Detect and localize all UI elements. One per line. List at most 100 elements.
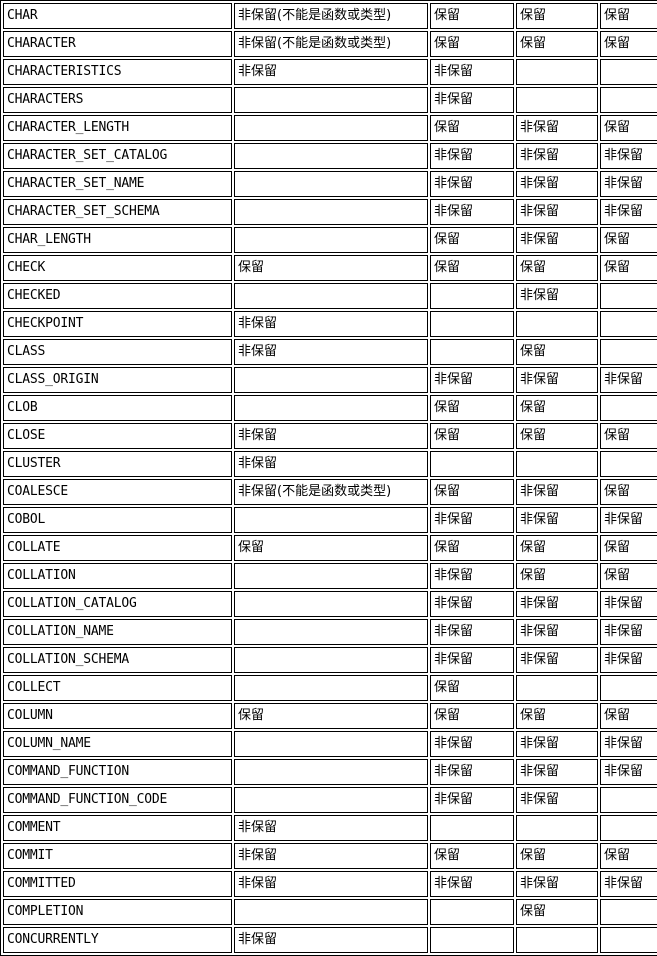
keyword-cell-text: CHECK — [7, 259, 46, 275]
table-row: CLASS_ORIGIN 非保留 非保留 非保留 — [3, 367, 657, 393]
sql2003-status-cell: 非保留 — [430, 199, 514, 225]
keyword-cell: CHARACTERS — [3, 87, 232, 113]
sql2003-status-cell: 保留 — [430, 535, 514, 561]
sql92-status-cell — [600, 787, 657, 813]
sql92-status-cell: 保留 — [600, 563, 657, 589]
sql1999-status-cell: 非保留 — [516, 143, 598, 169]
table-row: CHARACTERS 非保留 — [3, 87, 657, 113]
keyword-cell: COMMAND_FUNCTION_CODE — [3, 787, 232, 813]
keyword-cell-text: COLUMN_NAME — [7, 735, 91, 751]
table-row: CHARACTER 非保留(不能是函数或类型) 保留 保留 保留 — [3, 31, 657, 57]
sql1999-status-cell-text: 保留 — [520, 707, 547, 723]
sql2003-status-cell-text: 保留 — [434, 539, 461, 555]
sql92-status-cell-text: 保留 — [604, 231, 631, 247]
table-row: CHECKED 非保留 — [3, 283, 657, 309]
keyword-cell: CHAR_LENGTH — [3, 227, 232, 253]
keyword-cell-text: COALESCE — [7, 483, 69, 499]
postgresql-status-cell — [234, 227, 428, 253]
sql2003-status-cell-text: 非保留 — [434, 175, 474, 191]
sql1999-status-cell: 保留 — [516, 255, 598, 281]
table-row: CLASS 非保留 保留 — [3, 339, 657, 365]
sql2003-status-cell-text: 保留 — [434, 259, 461, 275]
sql1999-status-cell-text: 非保留 — [520, 623, 560, 639]
sql92-status-cell: 保留 — [600, 535, 657, 561]
sql92-status-cell-text: 保留 — [604, 119, 631, 135]
table-row: CHARACTER_LENGTH 保留 非保留 保留 — [3, 115, 657, 141]
sql1999-status-cell-text: 保留 — [520, 7, 547, 23]
sql1999-status-cell-text: 非保留 — [520, 147, 560, 163]
postgresql-status-cell — [234, 143, 428, 169]
keyword-cell-text: CHARACTER_LENGTH — [7, 119, 130, 135]
sql2003-status-cell: 非保留 — [430, 647, 514, 673]
keyword-cell-text: COLUMN — [7, 707, 53, 723]
sql1999-status-cell: 非保留 — [516, 367, 598, 393]
sql1999-status-cell-text: 非保留 — [520, 371, 560, 387]
sql92-status-cell: 非保留 — [600, 871, 657, 897]
sql2003-status-cell-text: 非保留 — [434, 623, 474, 639]
sql1999-status-cell: 非保留 — [516, 759, 598, 785]
table-row: COALESCE 非保留(不能是函数或类型) 保留 非保留 保留 — [3, 479, 657, 505]
sql92-status-cell — [600, 451, 657, 477]
sql92-status-cell: 保留 — [600, 3, 657, 29]
sql1999-status-cell: 非保留 — [516, 731, 598, 757]
keyword-cell-text: COLLATION_SCHEMA — [7, 651, 130, 667]
sql1999-status-cell: 保留 — [516, 339, 598, 365]
sql2003-status-cell-text: 保留 — [434, 35, 461, 51]
keyword-cell-text: COBOL — [7, 511, 46, 527]
postgresql-status-cell-text: 非保留 — [238, 931, 278, 947]
sql2003-status-cell-text: 非保留 — [434, 91, 474, 107]
sql92-status-cell: 非保留 — [600, 731, 657, 757]
table-row: COBOL 非保留 非保留 非保留 — [3, 507, 657, 533]
sql92-status-cell-text: 非保留 — [604, 595, 644, 611]
keyword-cell: COLLATION_SCHEMA — [3, 647, 232, 673]
postgresql-status-cell — [234, 759, 428, 785]
table-row: COLLATION_CATALOG 非保留 非保留 非保留 — [3, 591, 657, 617]
keyword-cell-text: COLLECT — [7, 679, 61, 695]
sql2003-status-cell-text: 非保留 — [434, 203, 474, 219]
keyword-cell-text: COMMITTED — [7, 875, 76, 891]
sql2003-status-cell: 非保留 — [430, 619, 514, 645]
table-row: CHECK 保留 保留 保留 保留 — [3, 255, 657, 281]
keyword-cell-text: CHARACTER_SET_SCHEMA — [7, 203, 160, 219]
postgresql-status-cell-text: 保留 — [238, 259, 265, 275]
keyword-cell-text: CHARACTER_SET_NAME — [7, 175, 145, 191]
sql1999-status-cell-text: 非保留 — [520, 875, 560, 891]
sql1999-status-cell: 保留 — [516, 3, 598, 29]
sql2003-status-cell-text: 非保留 — [434, 371, 474, 387]
postgresql-status-cell — [234, 283, 428, 309]
sql92-status-cell: 非保留 — [600, 591, 657, 617]
postgresql-status-cell: 保留 — [234, 255, 428, 281]
postgresql-status-cell: 非保留(不能是函数或类型) — [234, 3, 428, 29]
table-row: COLLATION_SCHEMA 非保留 非保留 非保留 — [3, 647, 657, 673]
sql92-status-cell-text: 非保留 — [604, 875, 644, 891]
postgresql-status-cell-text: 非保留(不能是函数或类型) — [238, 35, 392, 51]
keyword-cell-text: CLASS — [7, 343, 46, 359]
keyword-cell: COLUMN — [3, 703, 232, 729]
table-row: COLLATE 保留 保留 保留 保留 — [3, 535, 657, 561]
sql1999-status-cell-text: 非保留 — [520, 203, 560, 219]
sql1999-status-cell-text: 保留 — [520, 399, 547, 415]
keyword-cell: COMMAND_FUNCTION — [3, 759, 232, 785]
sql92-status-cell-text: 非保留 — [604, 511, 644, 527]
sql1999-status-cell — [516, 59, 598, 85]
postgresql-status-cell — [234, 367, 428, 393]
table-row: COLLECT 保留 — [3, 675, 657, 701]
sql1999-status-cell-text: 保留 — [520, 259, 547, 275]
sql2003-status-cell: 保留 — [430, 479, 514, 505]
keyword-cell-text: COLLATION_NAME — [7, 623, 114, 639]
sql92-status-cell: 保留 — [600, 227, 657, 253]
sql1999-status-cell: 非保留 — [516, 871, 598, 897]
sql2003-status-cell: 保留 — [430, 3, 514, 29]
sql92-status-cell — [600, 899, 657, 925]
sql2003-status-cell: 保留 — [430, 423, 514, 449]
postgresql-status-cell: 保留 — [234, 535, 428, 561]
sql92-status-cell-text: 非保留 — [604, 175, 644, 191]
sql1999-status-cell: 保留 — [516, 31, 598, 57]
postgresql-status-cell: 非保留 — [234, 451, 428, 477]
sql2003-status-cell: 保留 — [430, 843, 514, 869]
sql92-status-cell-text: 保留 — [604, 427, 631, 443]
sql1999-status-cell: 非保留 — [516, 479, 598, 505]
sql1999-status-cell-text: 非保留 — [520, 511, 560, 527]
sql2003-status-cell-text: 非保留 — [434, 875, 474, 891]
postgresql-status-cell-text: 保留 — [238, 707, 265, 723]
